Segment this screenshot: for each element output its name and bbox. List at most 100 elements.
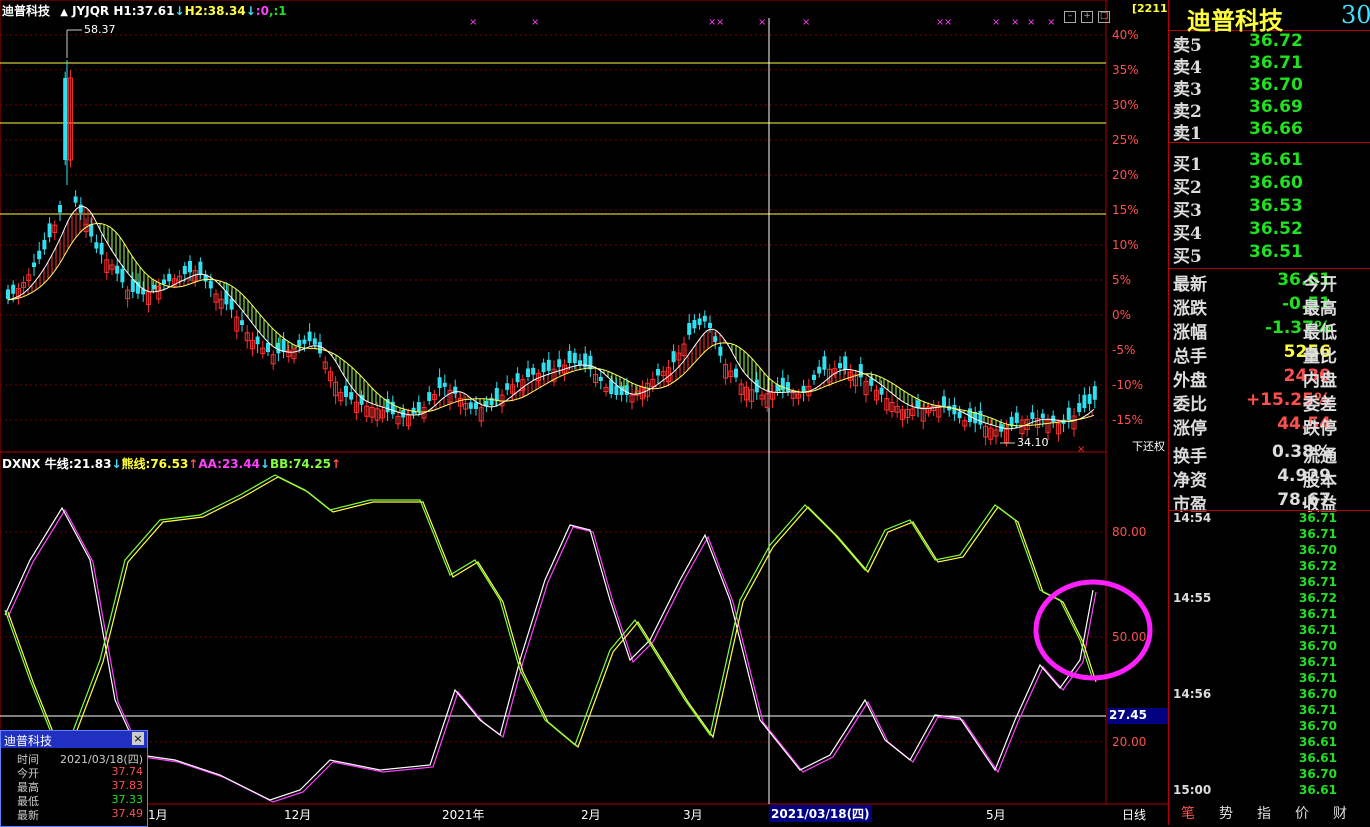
- date-label: 3月: [683, 808, 703, 822]
- date-label: 12月: [284, 808, 312, 822]
- tick-row: 36.71: [1169, 527, 1370, 543]
- tick-row: 36.70: [1169, 543, 1370, 559]
- svg-text:×: ×: [944, 17, 952, 28]
- ask-price: 36.66: [1249, 119, 1303, 139]
- cursor-value-badge: 27.45: [1107, 708, 1169, 724]
- bid-label: 买4: [1173, 224, 1202, 244]
- tick-price: 36.61: [1299, 783, 1337, 797]
- tick-row: 36.71: [1169, 623, 1370, 639]
- stat-label: 净资: [1173, 471, 1207, 491]
- svg-text:×: ×: [1047, 17, 1055, 28]
- chart-header: 迪普科技 ▲ JYJQR H1:37.61↓H2:38.34↓:0,:1: [2, 2, 287, 18]
- bid-label: 买1: [1173, 155, 1202, 175]
- bid-price: 36.52: [1249, 219, 1303, 239]
- svg-text:×: ×: [1011, 17, 1019, 28]
- ask-row[interactable]: 卖1 36.66: [1169, 119, 1370, 144]
- price-axis-label: 25%: [1112, 133, 1139, 147]
- restore-icon[interactable]: □: [1098, 11, 1111, 23]
- popup-value: 37.83: [111, 779, 144, 792]
- price-axis-label: 35%: [1112, 63, 1139, 77]
- bid-row[interactable]: 买2 36.60: [1169, 173, 1370, 198]
- ask-price: 36.71: [1249, 53, 1303, 73]
- quote-tabs: 笔势指价财: [1169, 803, 1370, 825]
- tick-row: 36.61: [1169, 751, 1370, 767]
- quote-tab[interactable]: 指: [1245, 803, 1283, 825]
- down-arrow-icon: ↓: [174, 4, 185, 18]
- svg-text:×: ×: [758, 17, 766, 28]
- stat-row: 委比 +15.25% 委差: [1169, 390, 1370, 415]
- bid-label: 买3: [1173, 201, 1202, 221]
- tick-time: 15:00: [1173, 783, 1212, 797]
- restore-rights-label[interactable]: 下还权: [1132, 438, 1165, 454]
- price-axis-label: 5%: [1112, 273, 1132, 287]
- popup-header: 迪普科技 ×: [1, 731, 147, 748]
- tick-price: 36.71: [1299, 623, 1337, 637]
- indicator-name[interactable]: JYJQR: [72, 4, 109, 18]
- bid-row[interactable]: 买5 36.51: [1169, 242, 1370, 267]
- stat-label: 涨跌: [1173, 299, 1207, 319]
- bid-row[interactable]: 买4 36.52: [1169, 219, 1370, 244]
- bid-price: 36.51: [1249, 242, 1303, 262]
- ask-row[interactable]: 卖4 36.71: [1169, 53, 1370, 78]
- bid-price: 36.53: [1249, 196, 1303, 216]
- stat-row: 总手 5256 量比: [1169, 342, 1370, 367]
- tick-price: 36.71: [1299, 703, 1337, 717]
- price-axis-label: 40%: [1112, 28, 1139, 42]
- z-value: :0: [255, 4, 269, 18]
- crosshair-info-popup: 迪普科技 × 时间 2021/03/18(四) 今开 37.74 最高 37.83 最低 37…: [0, 730, 148, 827]
- tick-row: 14:54 36.71: [1169, 511, 1370, 527]
- svg-text:×: ×: [469, 17, 477, 28]
- h2-value: H2:38.34: [184, 4, 246, 18]
- svg-text:×: ×: [992, 17, 1000, 28]
- main-chart[interactable]: × × × × × × × × × × × ××: [0, 0, 1168, 825]
- date-label: 2月: [581, 808, 601, 822]
- date-label: 5月: [986, 808, 1006, 822]
- indicator-title[interactable]: DXNX: [2, 457, 41, 471]
- tick-price: 36.72: [1299, 591, 1337, 605]
- stat-label-2: 流通: [1303, 447, 1337, 467]
- popup-row: 今开 37.74: [1, 765, 147, 780]
- quote-tab[interactable]: 价: [1283, 803, 1321, 825]
- high-price-label: 58.37: [84, 23, 116, 36]
- tick-row: 36.71: [1169, 575, 1370, 591]
- price-axis-label: 0%: [1112, 308, 1132, 322]
- price-axis-label: -10%: [1112, 378, 1144, 392]
- stat-row: 最新 36.61 今开: [1169, 270, 1370, 295]
- stat-label-2: 委差: [1303, 395, 1337, 415]
- cursor-date-badge: 2021/03/18(四): [769, 805, 872, 822]
- stat-label: 总手: [1173, 347, 1207, 367]
- ask-row[interactable]: 卖3 36.70: [1169, 75, 1370, 100]
- popup-row: 最低 37.33: [1, 793, 147, 808]
- stock-name[interactable]: 迪普科技: [2, 4, 50, 18]
- stat-row: 净资 4.929 股本: [1169, 466, 1370, 491]
- tick-price: 36.61: [1299, 751, 1337, 765]
- window-controls: – + □: [1064, 3, 1111, 23]
- quote-tab[interactable]: 财: [1321, 803, 1359, 825]
- stat-label-2: 量比: [1303, 347, 1337, 367]
- ask-row[interactable]: 卖5 36.72: [1169, 31, 1370, 56]
- bid-row[interactable]: 买1 36.61: [1169, 150, 1370, 175]
- ask-price: 36.72: [1249, 31, 1303, 51]
- quote-stock-code: 30: [1341, 1, 1370, 29]
- up-arrow-icon: ↑: [331, 457, 342, 471]
- close-icon[interactable]: ×: [132, 732, 144, 745]
- tick-row: 36.72: [1169, 559, 1370, 575]
- minimize-icon[interactable]: –: [1064, 11, 1076, 23]
- maximize-icon[interactable]: +: [1081, 11, 1094, 23]
- tick-row: 15:00 36.61: [1169, 783, 1370, 799]
- quote-panel: 迪普科技 30 卖5 36.72 卖4 36.71 卖3 36.70 卖2 36.69 卖1 36…: [1168, 0, 1370, 825]
- quote-tab[interactable]: 势: [1207, 803, 1245, 825]
- svg-text:×: ×: [802, 17, 810, 28]
- stat-row: 涨停 44.54 跌停: [1169, 414, 1370, 439]
- ask-row[interactable]: 卖2 36.69: [1169, 97, 1370, 122]
- bid-row[interactable]: 买3 36.53: [1169, 196, 1370, 221]
- quote-tab[interactable]: 笔: [1169, 803, 1207, 825]
- down-arrow-icon: ↓: [245, 4, 256, 18]
- period-tab-daily[interactable]: 日线: [1122, 806, 1146, 823]
- ask-label: 卖1: [1173, 124, 1202, 144]
- popup-row: 最高 37.83: [1, 779, 147, 794]
- stat-label: 最新: [1173, 275, 1207, 295]
- ind-axis-80: 80.00: [1112, 525, 1147, 539]
- ind-axis-50: 50.00: [1112, 630, 1147, 644]
- popup-row: 时间 2021/03/18(四): [1, 751, 147, 766]
